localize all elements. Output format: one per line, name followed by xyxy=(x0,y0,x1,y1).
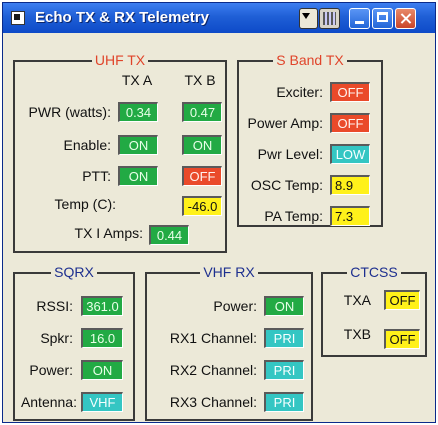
pwr-tx-a-indicator: 0.34 xyxy=(118,102,158,122)
tx-i-amps-indicator: 0.44 xyxy=(149,225,189,245)
uhf-tx-title: UHF TX xyxy=(91,52,149,68)
osc-temp-indicator: 8.9 xyxy=(330,175,370,195)
app-icon[interactable] xyxy=(11,11,25,25)
rx1-channel-indicator: PRI xyxy=(264,328,304,348)
vhf-power-indicator: ON xyxy=(264,296,304,316)
pwr-level-indicator: LOW xyxy=(330,144,370,164)
sqrx-power-label: Power: xyxy=(29,362,73,378)
pwr-label: PWR (watts): xyxy=(28,104,111,120)
vhf-power-label: Power: xyxy=(213,298,257,314)
ptt-tx-a-indicator: ON xyxy=(118,166,158,186)
col-tx-b-header: TX B xyxy=(184,72,216,88)
spkr-label: Spkr: xyxy=(40,330,73,346)
sqrx-title: SQRX xyxy=(51,264,97,280)
ctcss-title: CTCSS xyxy=(347,264,401,280)
exciter-label: Exciter: xyxy=(276,84,323,100)
temp-label: Temp (C): xyxy=(54,196,116,212)
pa-temp-indicator: 7.3 xyxy=(330,206,370,226)
power-amp-indicator: OFF xyxy=(330,113,370,133)
vhf-rx-group: VHF RX Power: ON RX1 Channel: PRI RX2 Ch… xyxy=(145,264,313,421)
ptt-label: PTT: xyxy=(82,168,111,184)
enable-tx-b-indicator: ON xyxy=(182,135,222,155)
sqrx-power-indicator: ON xyxy=(81,360,123,380)
title-bar[interactable]: Echo TX & RX Telemetry xyxy=(3,3,435,33)
pa-temp-label: PA Temp: xyxy=(264,208,323,224)
vhf-rx-title: VHF RX xyxy=(200,264,258,280)
spkr-indicator: 16.0 xyxy=(81,328,123,348)
ctcss-group: CTCSS TXA OFF TXB OFF xyxy=(321,264,427,357)
calculator-icon[interactable] xyxy=(319,8,340,29)
col-tx-a-header: TX A xyxy=(121,72,153,88)
antenna-label: Antenna: xyxy=(20,394,77,410)
rx2-channel-indicator: PRI xyxy=(264,360,304,380)
power-amp-label: Power Amp: xyxy=(247,115,323,131)
osc-temp-label: OSC Temp: xyxy=(250,177,323,193)
window-title: Echo TX & RX Telemetry xyxy=(35,9,209,26)
s-band-tx-title: S Band TX xyxy=(273,52,347,68)
rx1-channel-label: RX1 Channel: xyxy=(169,330,257,346)
exciter-indicator: OFF xyxy=(330,82,370,102)
ctcss-txa-label: TXA xyxy=(343,292,371,308)
minimize-icon[interactable] xyxy=(349,8,370,29)
uhf-tx-group: UHF TX TX A TX B PWR (watts): 0.34 0.47 … xyxy=(13,52,227,253)
rssi-label: RSSI: xyxy=(36,298,73,314)
maximize-icon[interactable] xyxy=(372,8,393,29)
temp-tx-b-indicator: -46.0 xyxy=(182,196,222,216)
pwr-tx-b-indicator: 0.47 xyxy=(182,102,222,122)
rx3-channel-label: RX3 Channel: xyxy=(169,394,257,410)
ctcss-txa-indicator: OFF xyxy=(384,290,420,310)
rx2-channel-label: RX2 Channel: xyxy=(169,362,257,378)
sqrx-group: SQRX RSSI: 361.0 Spkr: 16.0 Power: ON An… xyxy=(13,264,135,421)
dropdown-arrow-icon[interactable] xyxy=(299,8,318,29)
enable-label: Enable: xyxy=(63,137,111,153)
ptt-tx-b-indicator: OFF xyxy=(182,166,222,186)
close-icon[interactable] xyxy=(395,8,416,29)
rx3-channel-indicator: PRI xyxy=(264,392,304,412)
ctcss-txb-indicator: OFF xyxy=(384,329,420,349)
tx-i-amps-label: TX I Amps: xyxy=(74,225,143,241)
antenna-indicator: VHF xyxy=(81,392,123,412)
rssi-indicator: 361.0 xyxy=(81,296,123,316)
pwr-level-label: Pwr Level: xyxy=(257,146,323,162)
telemetry-window: Echo TX & RX Telemetry UHF TX TX A TX B … xyxy=(2,2,436,423)
enable-tx-a-indicator: ON xyxy=(118,135,158,155)
s-band-tx-group: S Band TX Exciter: OFF Power Amp: OFF Pw… xyxy=(237,52,383,227)
ctcss-txb-label: TXB xyxy=(343,326,371,342)
